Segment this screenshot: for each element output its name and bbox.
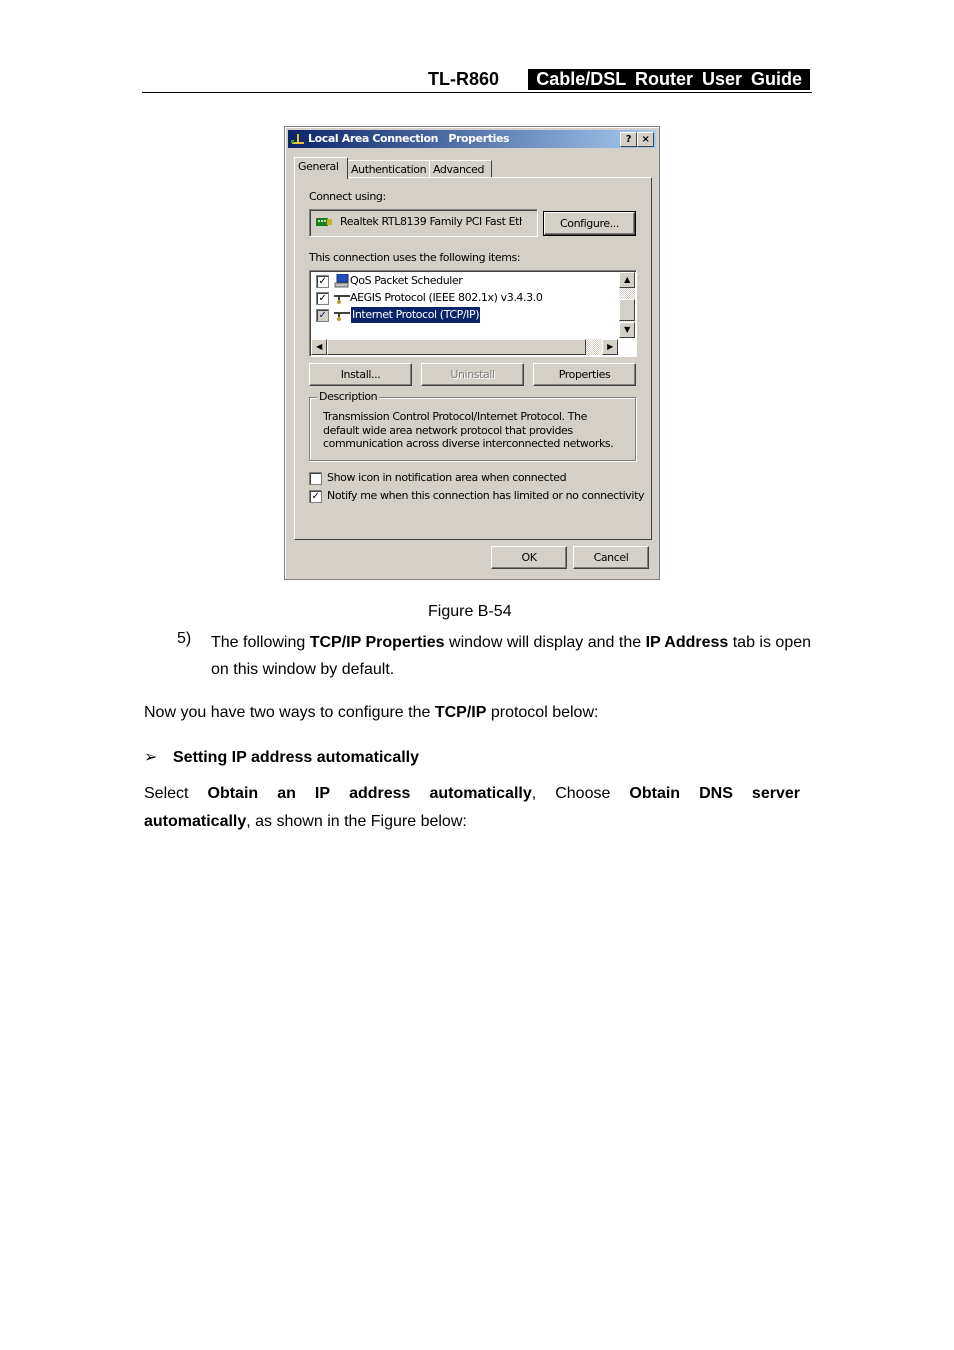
item-checkbox[interactable]: ✓ [316,309,329,322]
list-item-selected[interactable]: ✓ Internet Protocol (TCP/IP) [316,306,616,324]
bold-run: DNS [699,785,733,802]
uninstall-button-label: Uninstall [450,368,495,381]
close-button[interactable]: × [637,132,654,147]
network-adapter-icon [316,218,332,226]
tab-general[interactable]: General [294,157,348,179]
scroll-down-arrow-icon[interactable]: ▼ [619,322,635,338]
bold-run: automatically [429,785,532,802]
arrow-bullet-icon: ➢ [144,749,158,766]
list-item[interactable]: ✓ QoS Packet Scheduler [316,273,616,289]
scroll-left-arrow-icon[interactable]: ◀ [311,339,327,355]
cancel-button[interactable]: Cancel [573,546,649,569]
help-button[interactable]: ? [620,132,637,147]
figure-caption: Figure B-54 [428,603,512,620]
paragraph-intro: Now you have two ways to configure the T… [144,703,598,723]
bullet-heading: ➢ Setting IP address automatically [144,748,419,768]
items-label: This connection uses the following items… [309,251,521,264]
network-protocol-icon [334,312,350,321]
uninstall-button: Uninstall [421,363,524,386]
horizontal-scroll-thumb[interactable] [327,339,586,355]
text-run: Choose [555,785,611,802]
bold-run: address [349,785,411,802]
connect-using-label: Connect using: [309,190,386,203]
text-run: , [531,785,537,802]
item-label: QoS Packet Scheduler [350,274,463,287]
horizontal-scrollbar[interactable]: ◀ ▶ [311,339,618,355]
tab-advanced[interactable]: Advanced [429,160,492,178]
properties-button-label: Properties [558,368,611,381]
vertical-scrollbar[interactable]: ▲ ▼ [619,272,635,338]
title-bar: Local Area Connection Properties ? × [288,130,656,148]
tab-authentication[interactable]: Authentication [347,160,431,178]
text-run: The following [211,634,310,651]
show-icon-label[interactable]: Show icon in notification area when conn… [327,471,567,484]
text-run: window will display and the [444,634,646,651]
text-run: protocol below: [486,704,599,721]
bold-run: Obtain [629,785,681,802]
adapter-name: Realtek RTL8139 Family PCI Fast Eth [340,215,522,228]
bullet-heading-text: Setting IP address automatically [173,749,420,766]
bold-run: server [751,785,800,802]
description-text: Transmission Control Protocol/Internet P… [323,410,614,450]
dialog-title: Local Area Connection Properties [308,132,510,145]
page-header: TL-R860 Cable/DSL Router User Guide [142,68,812,93]
text-run: , as shown in the Figure below: [246,813,467,830]
bold-run: TCP/IP [434,704,487,721]
notify-checkbox[interactable]: ✓ [309,490,322,503]
bold-run: IP [314,785,331,802]
bold-run: IP Address [645,634,729,651]
item-checkbox[interactable]: ✓ [316,275,329,288]
header-model: TL-R860 [427,69,499,89]
description-legend: Description [317,390,380,403]
item-checkbox[interactable]: ✓ [316,292,329,305]
ok-button[interactable]: OK [491,546,567,569]
bold-run: Obtain [207,785,259,802]
bold-run: automatically [144,813,247,830]
install-button[interactable]: Install... [309,363,412,386]
item-label: AEGIS Protocol (IEEE 802.1x) v3.4.3.0 [350,291,543,304]
adapter-field: Realtek RTL8139 Family PCI Fast Eth [309,209,538,237]
ok-button-label: OK [521,551,537,564]
bold-run: TCP/IP Properties [309,634,445,651]
configure-button[interactable]: Configure... [543,211,636,236]
step-number: 5) [177,630,192,647]
notify-label[interactable]: Notify me when this connection has limit… [327,489,645,502]
scroll-up-arrow-icon[interactable]: ▲ [619,272,635,288]
show-icon-checkbox[interactable] [309,472,322,485]
item-label: Internet Protocol (TCP/IP) [349,306,482,324]
scroll-right-arrow-icon[interactable]: ▶ [602,339,618,355]
header-guide-title: Cable/DSL Router User Guide [528,69,810,90]
computer-icon [334,274,349,288]
list-item[interactable]: ✓ AEGIS Protocol (IEEE 802.1x) v3.4.3.0 [316,290,616,306]
description-group: Description Transmission Control Protoco… [309,390,636,461]
components-list[interactable]: ✓ QoS Packet Scheduler ✓ AEGIS Protocol … [309,270,637,357]
network-protocol-icon [334,295,350,304]
local-area-connection-properties-dialog: Local Area Connection Properties ? × Gen… [284,126,660,580]
paragraph-instructions: Select Obtain an IP address automaticall… [144,780,800,836]
properties-button[interactable]: Properties [533,363,636,386]
text-run: Now you have two ways to configure the [144,704,435,721]
install-button-label: Install... [340,368,381,381]
cancel-button-label: Cancel [593,551,629,564]
configure-button-label: Configure... [559,217,619,230]
vertical-scroll-thumb[interactable] [619,299,635,321]
text-run: Select [144,785,189,802]
step-text: The following TCP/IP Properties window w… [211,629,811,683]
bold-run: an [277,785,296,802]
network-connection-icon [291,134,304,144]
